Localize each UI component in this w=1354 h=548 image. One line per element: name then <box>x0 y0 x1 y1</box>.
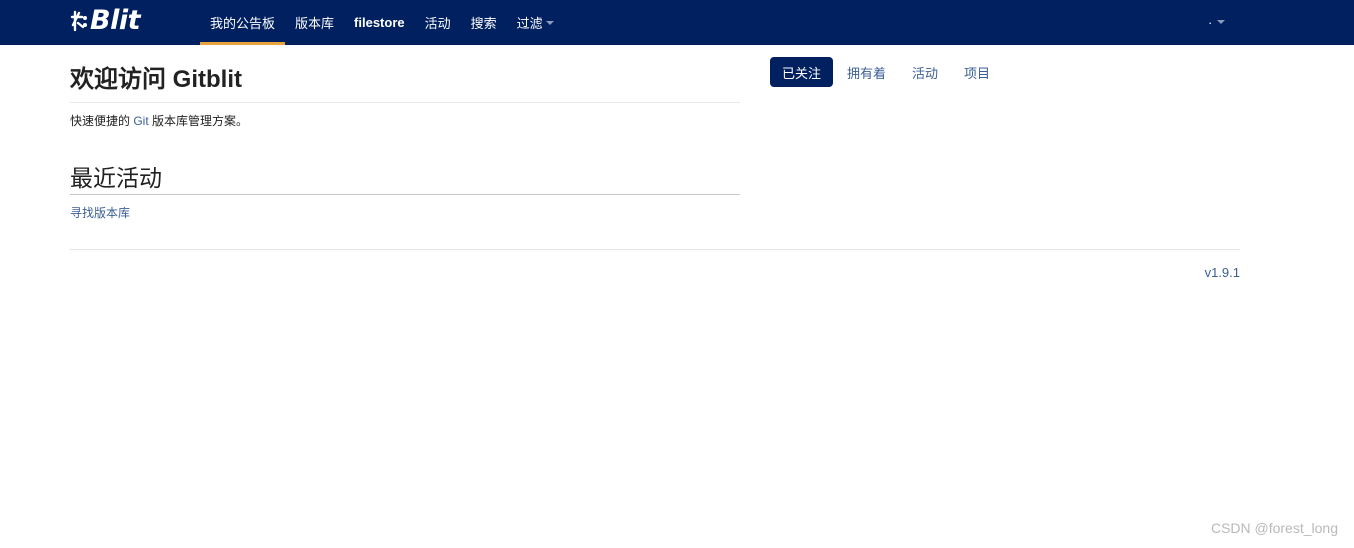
git-link[interactable]: Git <box>133 114 148 128</box>
chevron-down-icon <box>545 20 554 25</box>
footer-divider <box>70 249 1240 250</box>
nav-label: 搜索 <box>470 16 497 31</box>
nav-label: 版本库 <box>295 16 335 31</box>
recent-activity-section: 最近活动 寻找版本库 <box>70 162 740 221</box>
nav-filters[interactable]: 过滤 <box>507 0 564 45</box>
nav-dashboard[interactable]: 我的公告板 <box>200 0 286 45</box>
tab-projects[interactable]: 项目 <box>952 57 1002 87</box>
gitblit-logo[interactable]: Blit <box>70 4 141 38</box>
repo-tabs: 已关注 拥有着 活动 项目 <box>770 57 1004 87</box>
nav-search[interactable]: 搜索 <box>461 0 507 45</box>
tab-starred[interactable]: 已关注 <box>770 57 834 87</box>
find-repositories-link[interactable]: 寻找版本库 <box>70 205 740 221</box>
page-title: 欢迎访问 Gitblit <box>70 62 740 103</box>
desc-text: 版本库管理方案。 <box>148 114 249 128</box>
welcome-section: 欢迎访问 Gitblit 快速便捷的 Git 版本库管理方案。 <box>70 62 740 129</box>
nav-filestore[interactable]: filestore <box>344 0 415 45</box>
brand-name: Blit <box>90 5 141 36</box>
user-label: · <box>1208 14 1213 30</box>
nav-label: filestore <box>354 15 405 30</box>
nav-label: 我的公告板 <box>210 16 276 31</box>
version-link[interactable]: v1.9.1 <box>1205 265 1240 280</box>
top-navbar: Blit 我的公告板 版本库 filestore 活动 搜索 过滤 · <box>0 0 1354 45</box>
section-title: 最近活动 <box>70 162 740 195</box>
nav-activity[interactable]: 活动 <box>415 0 461 45</box>
git-logo-icon <box>70 10 87 32</box>
tab-owned[interactable]: 拥有着 <box>835 57 898 87</box>
nav-label: 活动 <box>424 16 451 31</box>
tab-activity[interactable]: 活动 <box>900 57 950 87</box>
user-menu[interactable]: · <box>1208 12 1226 32</box>
nav-label: 过滤 <box>516 16 543 31</box>
watermark: CSDN @forest_long <box>1210 520 1338 536</box>
welcome-description: 快速便捷的 Git 版本库管理方案。 <box>70 113 740 129</box>
nav-repositories[interactable]: 版本库 <box>285 0 344 45</box>
desc-text: 快速便捷的 <box>70 114 134 128</box>
main-nav: 我的公告板 版本库 filestore 活动 搜索 过滤 <box>200 0 564 45</box>
chevron-down-icon <box>1217 20 1226 24</box>
